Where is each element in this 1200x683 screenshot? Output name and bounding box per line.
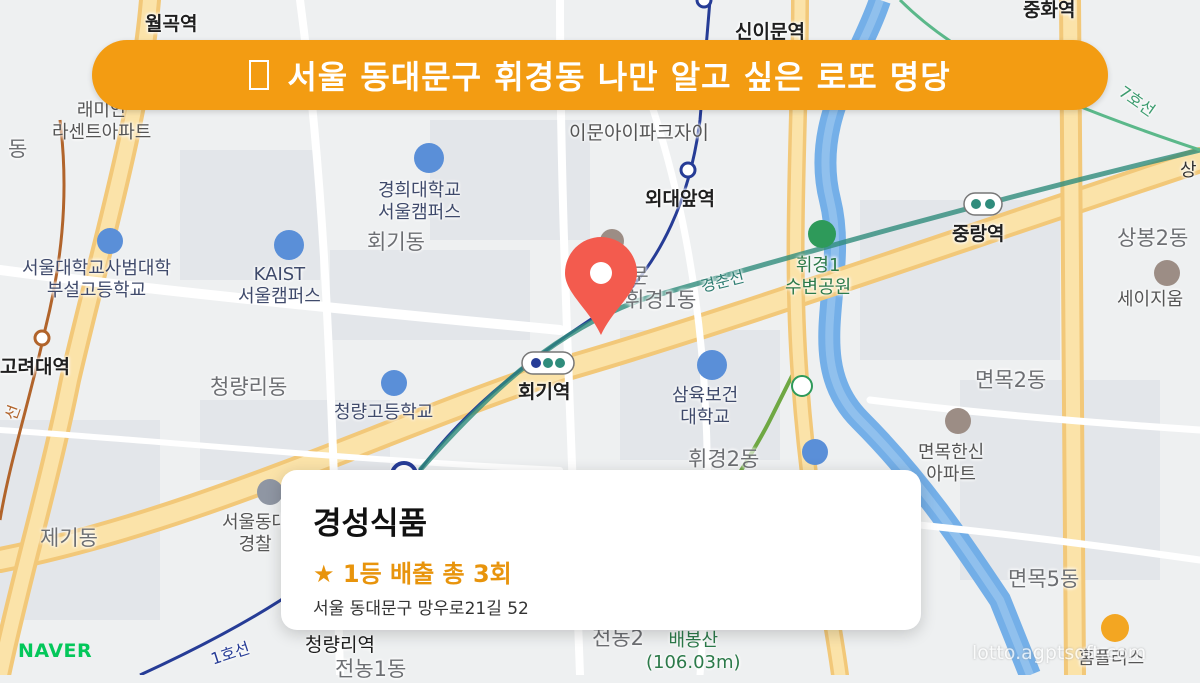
label-jegi-dong: 제기동 [40, 526, 98, 550]
store-info-card[interactable]: 경성식품 ★ 1등 배출 총 3회 서울 동대문구 망우로21길 52 [281, 470, 921, 630]
label-sahmyook: 삼육보건 대학교 [672, 385, 738, 429]
label-park-line1: 휘경1 [795, 255, 841, 276]
label-snu-school: 서울대학교사범대학 부설고등학교 [22, 258, 171, 302]
label-cheongnyangni-dong: 청량리동 [210, 375, 288, 399]
label-sejiul: 세이지움 [1117, 289, 1184, 310]
label-hwigyeong-park: 휘경1 수변공원 [785, 255, 851, 299]
label-korea-univ-station: 고려대역 [0, 356, 70, 378]
lottery-ball-icon [249, 60, 270, 90]
label-myeonmok-apt: 면목한신 아파트 [918, 442, 984, 486]
label-line-sang: 상 [1180, 160, 1197, 181]
school-icon-sahmyook [697, 350, 727, 380]
school-icon-hidden [802, 439, 828, 465]
label-cheongnyang-hs: 청량고등학교 [334, 402, 434, 423]
label-hufs-station: 외대앞역 [645, 188, 715, 210]
school-icon-snu [97, 228, 123, 254]
station-marker-hoegi [521, 351, 575, 375]
location-pin-icon[interactable] [563, 237, 639, 337]
label-left-dong: 동 [8, 137, 28, 161]
station-marker-sinimun [695, 0, 713, 9]
label-police-line1: 서울동대 [222, 512, 289, 533]
label-junghwa-station: 중화역 [1023, 0, 1076, 21]
apartment-icon-sejiul [1154, 260, 1180, 286]
store-address: 서울 동대문구 망우로21길 52 [313, 599, 529, 619]
label-kaist: KAIST 서울캠퍼스 [238, 264, 321, 308]
label-police-line2: 경찰 [238, 534, 272, 555]
label-myeonmok-apt-line1: 면목한신 [918, 442, 985, 463]
naver-logo: NAVER [18, 640, 93, 662]
label-hoegi-station: 회기역 [518, 381, 571, 403]
school-icon-cheongnyang [381, 370, 407, 396]
school-icon-khu [414, 143, 444, 173]
label-snu-line1: 서울대학교사범대학 [22, 258, 172, 279]
watermark: lotto.agptsoft.com [972, 642, 1147, 664]
label-khu-line1: 경희대학교 [378, 180, 461, 201]
winning-count: ★ 1등 배출 총 3회 [313, 560, 512, 588]
label-myeonmok5-dong: 면목5동 [1008, 567, 1080, 591]
label-myeonmok2-dong: 면목2동 [975, 368, 1047, 392]
label-wolgok-station: 월곡역 [145, 13, 198, 35]
label-park-line2: 수변공원 [785, 277, 852, 298]
park-icon [808, 220, 836, 248]
label-sahmyook-line2: 대학교 [680, 407, 730, 428]
label-jeonnong1-dong: 전농1동 [335, 657, 407, 681]
label-hwigyeong2-dong: 휘경2동 [688, 447, 760, 471]
apartment-icon-myeonmok [945, 408, 971, 434]
label-sahmyook-line1: 삼육보건 [672, 385, 739, 406]
banner-title: 서울 동대문구 휘경동 나만 알고 싶은 로또 명당 [287, 58, 951, 96]
school-icon-kaist [274, 230, 304, 260]
label-khu-line2: 서울캠퍼스 [378, 202, 461, 223]
label-imun-ipark: 이문아이파크자이 [569, 122, 709, 144]
label-baebong-line1: 배봉산 [668, 630, 719, 651]
label-hoegi-dong: 회기동 [367, 230, 425, 254]
station-marker-jungnang [963, 192, 1003, 216]
label-snu-line2: 부설고등학교 [46, 280, 147, 301]
police-icon [257, 479, 283, 505]
label-raemian-line2: 라센트아파트 [52, 122, 152, 143]
shopping-icon-homeplus [1101, 614, 1129, 642]
trail-icon [791, 375, 813, 397]
label-myeonmok-apt-line2: 아파트 [926, 464, 976, 485]
label-baebong-line2: (106.03m) [646, 652, 741, 673]
label-khu: 경희대학교 서울캠퍼스 [378, 180, 461, 224]
label-jungnang-station: 중랑역 [952, 223, 1005, 245]
store-name: 경성식품 [313, 506, 428, 542]
label-sangbong2-dong: 상봉2동 [1117, 226, 1189, 250]
station-marker-korea-univ [33, 329, 51, 347]
title-banner: 서울 동대문구 휘경동 나만 알고 싶은 로또 명당 [92, 40, 1108, 110]
station-marker-hufs [679, 161, 697, 179]
label-kaist-line2: 서울캠퍼스 [238, 286, 321, 307]
label-kaist-line1: KAIST [253, 264, 306, 285]
label-police: 서울동대 경찰 [222, 512, 288, 556]
label-baebong-mountain: 배봉산 (106.03m) [646, 630, 741, 674]
